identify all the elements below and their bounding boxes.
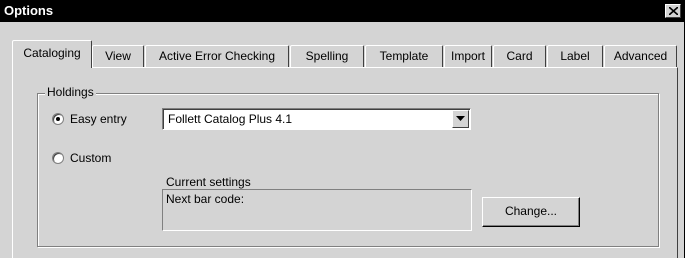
radio-selected-dot	[56, 117, 60, 121]
current-settings-box: Next bar code:	[162, 189, 472, 231]
tab-import[interactable]: Import	[444, 45, 492, 67]
holdings-format-dropdown[interactable]: Follett Catalog Plus 4.1	[162, 108, 471, 130]
title-bar: Options	[0, 0, 684, 22]
tab-spelling[interactable]: Spelling	[290, 45, 364, 67]
close-button[interactable]	[665, 4, 681, 18]
current-settings-value: Next bar code:	[166, 192, 245, 206]
window-title: Options	[4, 3, 54, 18]
tab-cataloging[interactable]: Cataloging	[12, 40, 92, 68]
dropdown-selected-value: Follett Catalog Plus 4.1	[168, 112, 293, 126]
custom-radio[interactable]	[52, 152, 64, 164]
holdings-group-label: Holdings	[45, 85, 96, 99]
tab-view[interactable]: View	[92, 45, 144, 67]
tab-label[interactable]: Label	[547, 45, 603, 67]
current-settings-label: Current settings	[166, 175, 251, 189]
tab-active-error-checking[interactable]: Active Error Checking	[145, 45, 289, 67]
change-button[interactable]: Change...	[482, 197, 580, 227]
dropdown-arrow-button[interactable]	[452, 110, 469, 128]
options-dialog: Options Cataloging View Active Error Che…	[0, 0, 685, 258]
tab-advanced[interactable]: Advanced	[604, 45, 677, 67]
easy-entry-label[interactable]: Easy entry	[70, 112, 127, 126]
chevron-down-icon	[456, 116, 465, 121]
tab-card[interactable]: Card	[493, 45, 546, 67]
close-icon	[669, 7, 678, 15]
easy-entry-radio[interactable]	[52, 113, 64, 125]
custom-label[interactable]: Custom	[70, 151, 111, 165]
tab-template[interactable]: Template	[365, 45, 443, 67]
